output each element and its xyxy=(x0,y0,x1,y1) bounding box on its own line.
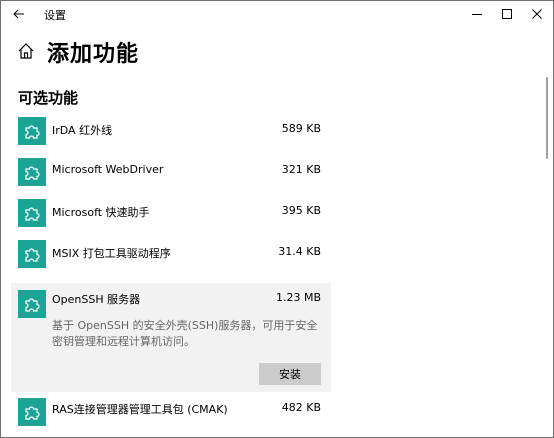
feature-size: 31.4 KB xyxy=(278,245,321,258)
puzzle-piece-icon xyxy=(25,125,40,139)
puzzle-piece-icon xyxy=(25,207,40,221)
section-title: 可选功能 xyxy=(18,89,79,107)
back-button[interactable] xyxy=(5,1,33,27)
feature-name: IrDA 红外线 xyxy=(52,124,113,137)
feature-item-webdriver[interactable]: Microsoft WebDriver 321 KB xyxy=(11,151,331,192)
feature-tile xyxy=(18,158,46,186)
feature-tile xyxy=(18,199,46,227)
close-icon xyxy=(532,9,542,19)
feature-size: 321 KB xyxy=(281,163,321,176)
maximize-icon xyxy=(502,9,512,19)
page-title: 添加功能 xyxy=(47,42,140,67)
feature-size: 395 KB xyxy=(281,204,321,217)
feature-tile xyxy=(18,117,46,145)
minimize-icon xyxy=(472,14,482,15)
feature-tile xyxy=(18,398,46,426)
feature-item-openssh[interactable]: OpenSSH 服务器 1.23 MB 基于 OpenSSH 的安全外壳(SSH… xyxy=(11,283,331,392)
settings-window: 设置 添加功能 可选功能 IrDA 红外线 589 KB Microsoft W… xyxy=(0,0,554,438)
feature-size: 482 KB xyxy=(281,401,321,414)
scrollbar-thumb[interactable] xyxy=(546,77,548,159)
close-button[interactable] xyxy=(522,1,552,27)
install-button[interactable]: 安装 xyxy=(259,363,321,385)
feature-item-msix[interactable]: MSIX 打包工具驱动程序 31.4 KB xyxy=(11,233,331,274)
feature-name: MSIX 打包工具驱动程序 xyxy=(52,247,171,260)
feature-item-irda[interactable]: IrDA 红外线 589 KB xyxy=(11,110,331,151)
puzzle-piece-icon xyxy=(25,248,40,262)
feature-name: RAS连接管理器管理工具包 (CMAK) xyxy=(52,403,228,416)
window-title: 设置 xyxy=(44,9,66,22)
vertical-scrollbar[interactable] xyxy=(546,75,550,437)
feature-description: 基于 OpenSSH 的安全外壳(SSH)服务器，可用于安全密钥管理和远程计算机… xyxy=(52,319,318,348)
home-icon xyxy=(18,43,34,59)
feature-size: 1.23 MB xyxy=(275,291,321,304)
feature-name: Microsoft 快速助手 xyxy=(52,206,150,219)
title-bar: 设置 xyxy=(1,1,553,28)
feature-item-cmak[interactable]: RAS连接管理器管理工具包 (CMAK) 482 KB xyxy=(11,391,331,432)
puzzle-piece-icon xyxy=(25,166,40,180)
back-arrow-icon xyxy=(13,9,24,19)
puzzle-piece-icon xyxy=(25,406,40,420)
maximize-button[interactable] xyxy=(492,1,522,27)
home-button[interactable] xyxy=(17,42,35,60)
minimize-button[interactable] xyxy=(462,1,492,27)
feature-size: 589 KB xyxy=(281,122,321,135)
puzzle-piece-icon xyxy=(25,298,40,312)
feature-name: OpenSSH 服务器 xyxy=(52,293,141,306)
feature-tile xyxy=(18,290,46,318)
feature-tile xyxy=(18,240,46,268)
feature-name: Microsoft WebDriver xyxy=(52,163,164,176)
feature-item-quick-assist[interactable]: Microsoft 快速助手 395 KB xyxy=(11,192,331,233)
